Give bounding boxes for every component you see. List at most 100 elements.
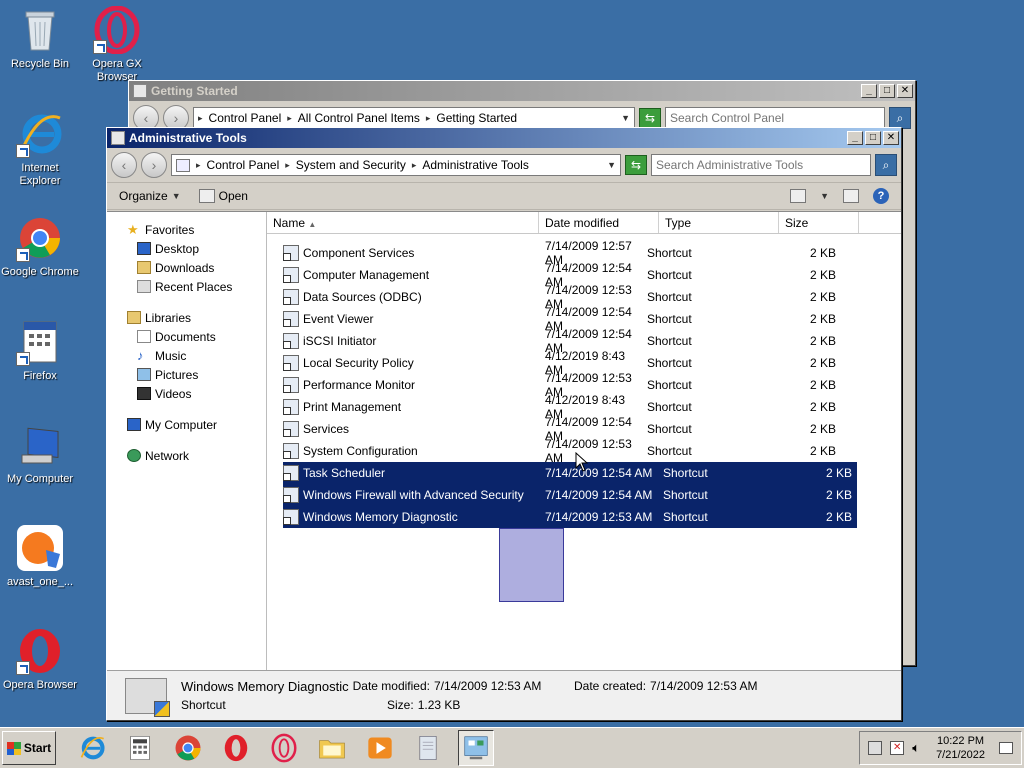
command-bar: Organize ▼ Open ▼ ? <box>107 182 901 210</box>
maximize-button[interactable]: □ <box>865 131 881 145</box>
table-row[interactable]: Windows Memory Diagnostic 7/14/2009 12:53… <box>283 506 857 528</box>
back-button[interactable]: ‹ <box>111 152 137 178</box>
search-icon[interactable]: ⌕ <box>889 107 911 129</box>
table-row[interactable]: Windows Firewall with Advanced Security 7… <box>283 484 857 506</box>
preview-pane-icon[interactable] <box>843 189 859 203</box>
desktop-icon-opera[interactable]: Opera Browser <box>0 627 80 692</box>
nav-libraries[interactable]: Libraries <box>107 308 266 327</box>
file-type: Shortcut <box>647 334 692 348</box>
file-type: Shortcut <box>647 378 692 392</box>
column-header-type[interactable]: Type <box>659 212 779 233</box>
breadcrumb-item[interactable]: All Control Panel Items <box>298 111 420 125</box>
chevron-down-icon[interactable]: ▼ <box>607 160 616 170</box>
forward-button[interactable]: › <box>141 152 167 178</box>
nav-item-videos[interactable]: Videos <box>107 384 266 403</box>
taskbar-google-chrome[interactable] <box>170 730 206 766</box>
organize-button[interactable]: Organize ▼ <box>119 189 181 203</box>
file-name: Data Sources (ODBC) <box>303 290 422 304</box>
firefox-icon <box>16 318 64 366</box>
breadcrumb-item[interactable]: Control Panel <box>209 111 282 125</box>
taskbar-media-player[interactable] <box>362 730 398 766</box>
administrative-tools-window[interactable]: Administrative Tools _ □ ✕ ‹ › ▸ Control… <box>106 127 902 721</box>
pinned-apps <box>74 730 494 766</box>
file-size: 2 KB <box>825 510 852 524</box>
taskbar-opera[interactable] <box>218 730 254 766</box>
nav-item-documents[interactable]: Documents <box>107 327 266 346</box>
volume-icon[interactable]: 🔈︎ <box>912 740 920 756</box>
title-bar[interactable]: Administrative Tools _ □ ✕ <box>107 128 901 148</box>
title-bar[interactable]: Getting Started _ □ ✕ <box>129 81 915 101</box>
close-button[interactable]: ✕ <box>897 84 913 98</box>
show-desktop-icon[interactable] <box>999 742 1013 754</box>
taskbar-file-explorer[interactable] <box>314 730 350 766</box>
breadcrumb-item[interactable]: System and Security <box>296 158 406 172</box>
details-size-label: Size: <box>387 698 414 712</box>
nav-item-recent-places[interactable]: Recent Places <box>107 277 266 296</box>
file-type: Shortcut <box>663 510 708 524</box>
minimize-button[interactable]: _ <box>847 131 863 145</box>
file-name-cell: Component Services <box>267 245 523 261</box>
nav-item-downloads[interactable]: Downloads <box>107 258 266 277</box>
search-box[interactable] <box>665 107 885 129</box>
address-bar[interactable]: ▸ Control Panel ▸ All Control Panel Item… <box>193 107 635 129</box>
desktop-icon-avast[interactable]: avast_one_... <box>0 524 80 589</box>
view-options-icon[interactable] <box>790 189 807 203</box>
taskbar-documents[interactable] <box>410 730 446 766</box>
taskbar-calculator-app[interactable] <box>122 730 158 766</box>
chevron-down-icon[interactable]: ▼ <box>621 113 630 123</box>
table-row[interactable]: Task Scheduler 7/14/2009 12:54 AM Shortcut… <box>283 462 857 484</box>
taskbar-internet-explorer[interactable] <box>74 730 110 766</box>
nav-item-music[interactable]: ♪ Music <box>107 346 266 365</box>
minimize-button[interactable]: _ <box>861 84 877 98</box>
nav-item-desktop[interactable]: Desktop <box>107 239 266 258</box>
file-size: 2 KB <box>809 378 836 392</box>
refresh-button[interactable]: ⇆ <box>625 155 647 175</box>
network-tray-icon[interactable] <box>868 741 883 755</box>
document-icon <box>419 736 437 760</box>
nav-my-computer[interactable]: My Computer <box>107 415 266 434</box>
desktop-icon-recycle-bin[interactable]: Recycle Bin <box>0 6 80 71</box>
help-icon[interactable]: ? <box>873 188 889 204</box>
breadcrumb-item[interactable]: Control Panel <box>207 158 280 172</box>
breadcrumb-item[interactable]: Administrative Tools <box>422 158 529 172</box>
file-name: Component Services <box>303 246 415 260</box>
desktop-icon-label: Firefox <box>23 370 57 382</box>
sort-ascending-icon: ▲ <box>308 220 317 229</box>
taskbar-opera-gx[interactable] <box>266 730 302 766</box>
search-box[interactable] <box>651 154 871 176</box>
file-type: Shortcut <box>647 246 692 260</box>
column-header-size[interactable]: Size <box>779 212 859 233</box>
taskbar-administrative-tools[interactable] <box>458 730 494 766</box>
desktop-icon-internet-explorer[interactable]: Internet Explorer <box>0 110 80 188</box>
nav-item-pictures[interactable]: Pictures <box>107 365 266 384</box>
desktop-icon-my-computer[interactable]: My Computer <box>0 421 80 486</box>
action-center-icon[interactable]: ✕ <box>890 741 905 755</box>
clock[interactable]: 10:22 PM 7/21/2022 <box>936 734 985 762</box>
search-input[interactable] <box>656 158 870 172</box>
control-panel-icon <box>464 736 488 760</box>
file-list[interactable]: Name ▲ Date modified Type Size Component… <box>267 212 901 670</box>
address-bar[interactable]: ▸ Control Panel ▸ System and Security ▸ … <box>171 154 621 176</box>
media-player-icon <box>368 737 392 759</box>
refresh-button[interactable]: ⇆ <box>639 108 661 128</box>
desktop-icon-opera-gx[interactable]: Opera GX Browser <box>77 5 157 84</box>
file-name-cell: Windows Memory Diagnostic <box>283 509 539 525</box>
maximize-button[interactable]: □ <box>879 84 895 98</box>
search-input[interactable] <box>670 111 884 125</box>
shortcut-icon <box>283 377 299 393</box>
shortcut-icon <box>283 267 299 283</box>
desktop-icon-google-chrome[interactable]: Google Chrome <box>0 214 80 279</box>
breadcrumb-item[interactable]: Getting Started <box>436 111 517 125</box>
column-header-name[interactable]: Name ▲ <box>267 212 539 233</box>
details-file-type: Shortcut <box>181 698 226 712</box>
start-button[interactable]: Start <box>2 731 56 765</box>
nav-favorites[interactable]: ★ Favorites <box>107 220 266 239</box>
search-icon[interactable]: ⌕ <box>875 154 897 176</box>
nav-network[interactable]: Network <box>107 446 266 465</box>
close-button[interactable]: ✕ <box>883 131 899 145</box>
chevron-down-icon[interactable]: ▼ <box>820 191 829 201</box>
desktop-icon-firefox[interactable]: Firefox <box>0 318 80 383</box>
mouse-cursor-icon <box>575 452 589 472</box>
column-header-date-modified[interactable]: Date modified <box>539 212 659 233</box>
open-button[interactable]: Open <box>198 189 248 203</box>
